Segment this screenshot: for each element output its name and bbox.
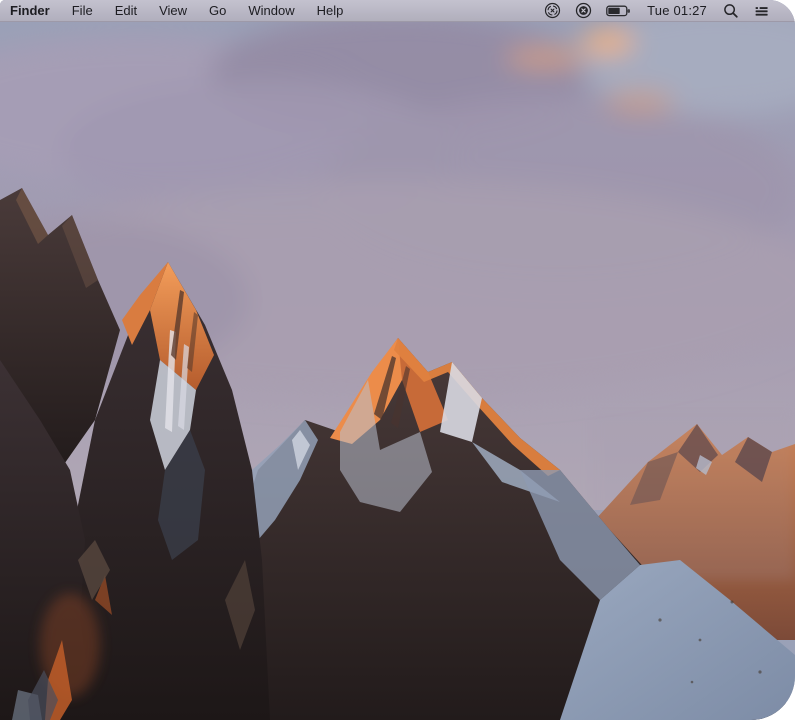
menu-bar: Finder File Edit View Go Window Help <box>0 0 795 22</box>
menu-file[interactable]: File <box>61 0 104 21</box>
menu-go[interactable]: Go <box>198 0 237 21</box>
menu-finder[interactable]: Finder <box>10 0 61 21</box>
spotlight-search-icon[interactable] <box>716 0 746 21</box>
wallpaper-mountain-image <box>0 0 795 720</box>
notification-center-icon[interactable] <box>746 0 777 21</box>
menu-view[interactable]: View <box>148 0 198 21</box>
concentric-circles-icon[interactable] <box>537 0 568 21</box>
menu-bar-clock[interactable]: Tue 01:27 <box>638 0 716 21</box>
menu-bar-status-area: Tue 01:27 <box>537 0 795 21</box>
menu-help[interactable]: Help <box>306 0 355 21</box>
menu-bar-menus: Finder File Edit View Go Window Help <box>0 0 354 21</box>
circle-x-icon[interactable] <box>568 0 599 21</box>
menu-window[interactable]: Window <box>237 0 305 21</box>
desktop[interactable]: Finder File Edit View Go Window Help <box>0 0 795 720</box>
battery-icon[interactable] <box>599 0 638 21</box>
menu-edit[interactable]: Edit <box>104 0 148 21</box>
